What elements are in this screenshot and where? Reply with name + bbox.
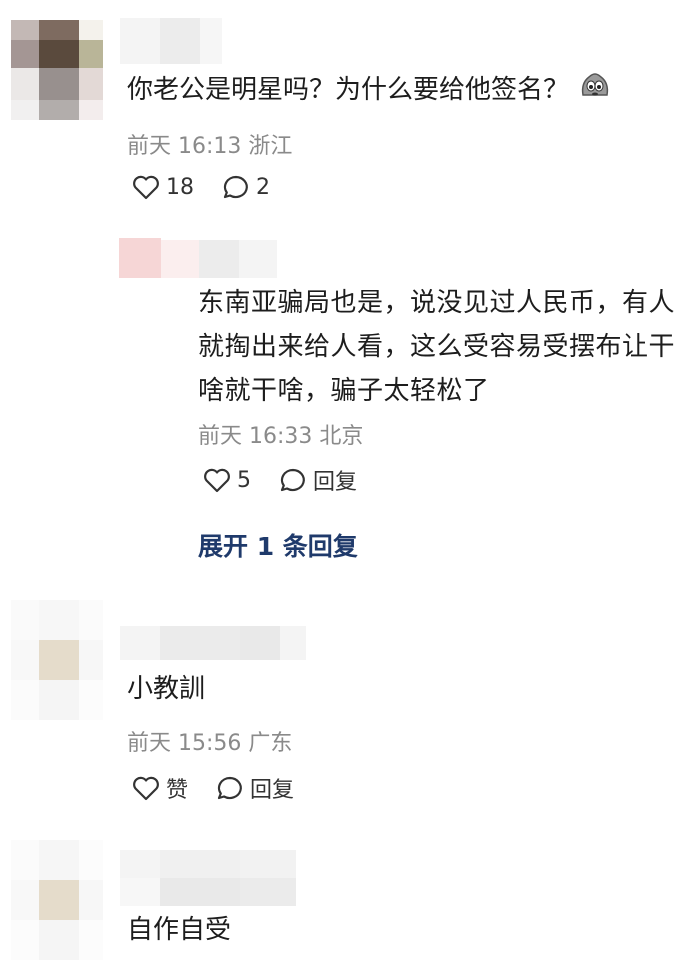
comment-meta: 前天 16:13 浙江 bbox=[127, 134, 293, 159]
like-label: 赞 bbox=[166, 778, 189, 803]
heart-outline-icon bbox=[133, 776, 159, 801]
comment-feed: 你老公是明星吗？为什么要给他签名？ 前天 16:13 浙江 18 2 东南亚骗局… bbox=[0, 0, 690, 967]
speech-bubble-icon bbox=[223, 175, 248, 199]
reply-button[interactable]: 回复 bbox=[279, 464, 357, 496]
crying-face-icon bbox=[579, 69, 611, 113]
username-blurred[interactable] bbox=[120, 626, 306, 660]
username-blurred[interactable] bbox=[120, 850, 296, 906]
speech-bubble-icon bbox=[280, 468, 305, 492]
like-button[interactable]: 赞 bbox=[132, 772, 188, 804]
reply-button[interactable]: 2 bbox=[222, 174, 270, 200]
like-count: 18 bbox=[166, 174, 194, 200]
comment-actions: 赞 回复 bbox=[132, 772, 294, 804]
comment-actions: 18 2 bbox=[132, 174, 270, 200]
username-blurred[interactable] bbox=[120, 18, 222, 64]
avatar[interactable] bbox=[11, 20, 103, 120]
avatar[interactable] bbox=[119, 238, 161, 278]
reply-label: 回复 bbox=[250, 778, 295, 803]
like-count: 5 bbox=[237, 467, 251, 493]
comment-text: 你老公是明星吗？为什么要给他签名？ bbox=[127, 68, 611, 113]
heart-outline-icon bbox=[133, 175, 159, 200]
speech-bubble-icon bbox=[217, 776, 242, 800]
reply-label: 回复 bbox=[313, 470, 358, 495]
like-button[interactable]: 18 bbox=[132, 174, 194, 200]
like-button[interactable]: 5 bbox=[203, 467, 251, 493]
avatar[interactable] bbox=[11, 600, 103, 720]
comment-meta: 前天 16:33 北京 bbox=[198, 424, 364, 449]
comment-actions: 5 回复 bbox=[203, 464, 357, 496]
comment-text: 东南亚骗局也是，说没见过人民币，有人就掏出来给人看，这么受容易受摆布让干啥就干啥… bbox=[198, 288, 676, 406]
reply-button[interactable]: 回复 bbox=[216, 772, 294, 804]
reply-count: 2 bbox=[256, 174, 270, 200]
username-blurred[interactable] bbox=[161, 240, 277, 278]
avatar[interactable] bbox=[11, 840, 103, 960]
comment-text-content: 你老公是明星吗？为什么要给他签名？ bbox=[127, 75, 570, 105]
expand-replies-link[interactable]: 展开 1 条回复 bbox=[198, 527, 358, 563]
comment-text: 自作自受 bbox=[127, 915, 232, 945]
comment-meta: 前天 15:56 广东 bbox=[127, 731, 293, 756]
comment-text: 小教訓 bbox=[127, 674, 206, 704]
heart-outline-icon bbox=[204, 468, 230, 493]
